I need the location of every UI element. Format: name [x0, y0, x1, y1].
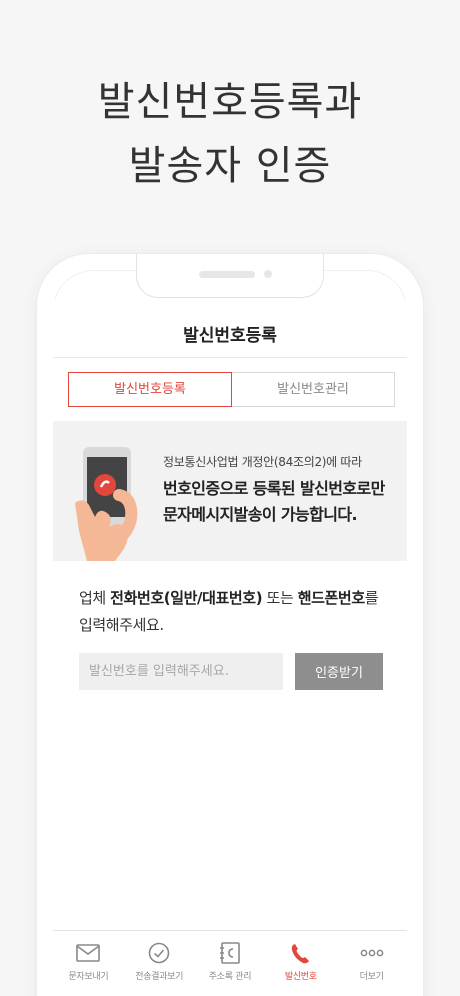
tab-register-sender[interactable]: 발신번호등록 — [68, 372, 232, 407]
tab-manage-sender[interactable]: 발신번호관리 — [232, 372, 395, 407]
segment-tabs: 발신번호등록 발신번호관리 — [68, 372, 395, 407]
tabbar-label: 전송결과보기 — [135, 972, 184, 982]
address-book-icon — [195, 941, 266, 967]
verify-button[interactable]: 인증받기 — [295, 653, 383, 690]
envelope-icon — [53, 941, 124, 967]
tabbar-label: 더보기 — [359, 972, 384, 982]
phone-icon — [265, 941, 336, 967]
tabbar-label: 문자보내기 — [68, 972, 109, 982]
hero-line-1: 발신번호등록과 — [97, 79, 363, 125]
guide-phone-type: 전화번호(일반/대표번호) — [110, 589, 263, 607]
notice-law-reference: 정보통신사업법 개정안(84조의2)에 따라 — [163, 455, 362, 469]
tabbar-item-send-results[interactable]: 전송결과보기 — [124, 931, 195, 996]
hero-line-2: 발송자 인증 — [128, 143, 332, 189]
input-guide: 업체 전화번호(일반/대표번호) 또는 핸드폰번호를 입력해주세요. — [79, 585, 383, 639]
notice-line-1: 번호인증으로 등록된 발신번호로만 — [163, 479, 385, 498]
hero-heading: 발신번호등록과 발송자 인증 — [0, 70, 460, 198]
tabbar-item-address-book[interactable]: 주소록 관리 — [195, 931, 266, 996]
bottom-tab-bar: 문자보내기 전송결과보기 주소록 관리 발신번호 더보기 — [53, 930, 407, 996]
notice-line-2: 문자메시지발송이 가능합니다. — [163, 505, 358, 524]
tabbar-label: 주소록 관리 — [208, 972, 252, 982]
tabbar-label: 발신번호 — [284, 972, 317, 982]
more-dots-icon — [336, 941, 407, 967]
sender-number-input[interactable] — [79, 653, 283, 690]
guide-middle: 또는 — [262, 589, 298, 607]
sender-number-form: 인증받기 — [79, 653, 383, 690]
speaker-grille — [199, 271, 255, 278]
check-circle-icon — [124, 941, 195, 967]
front-camera — [264, 270, 272, 278]
notice-text: 정보통신사업법 개정안(84조의2)에 따라 번호인증으로 등록된 발신번호로만… — [163, 453, 403, 528]
app-screen: 발신번호등록 발신번호등록 발신번호관리 정보통신사업법 개정안(84조의2)에… — [53, 300, 407, 996]
page-title: 발신번호등록 — [53, 300, 407, 358]
hand-holding-phone-icon — [75, 443, 147, 561]
tabbar-item-send-message[interactable]: 문자보내기 — [53, 931, 124, 996]
guide-mobile-type: 핸드폰번호 — [297, 589, 365, 607]
phone-notch — [136, 254, 324, 298]
guide-prefix: 업체 — [79, 589, 111, 607]
tabbar-item-more[interactable]: 더보기 — [336, 931, 407, 996]
tabbar-item-sender-number[interactable]: 발신번호 — [265, 931, 336, 996]
notice-banner: 정보통신사업법 개정안(84조의2)에 따라 번호인증으로 등록된 발신번호로만… — [53, 421, 407, 561]
